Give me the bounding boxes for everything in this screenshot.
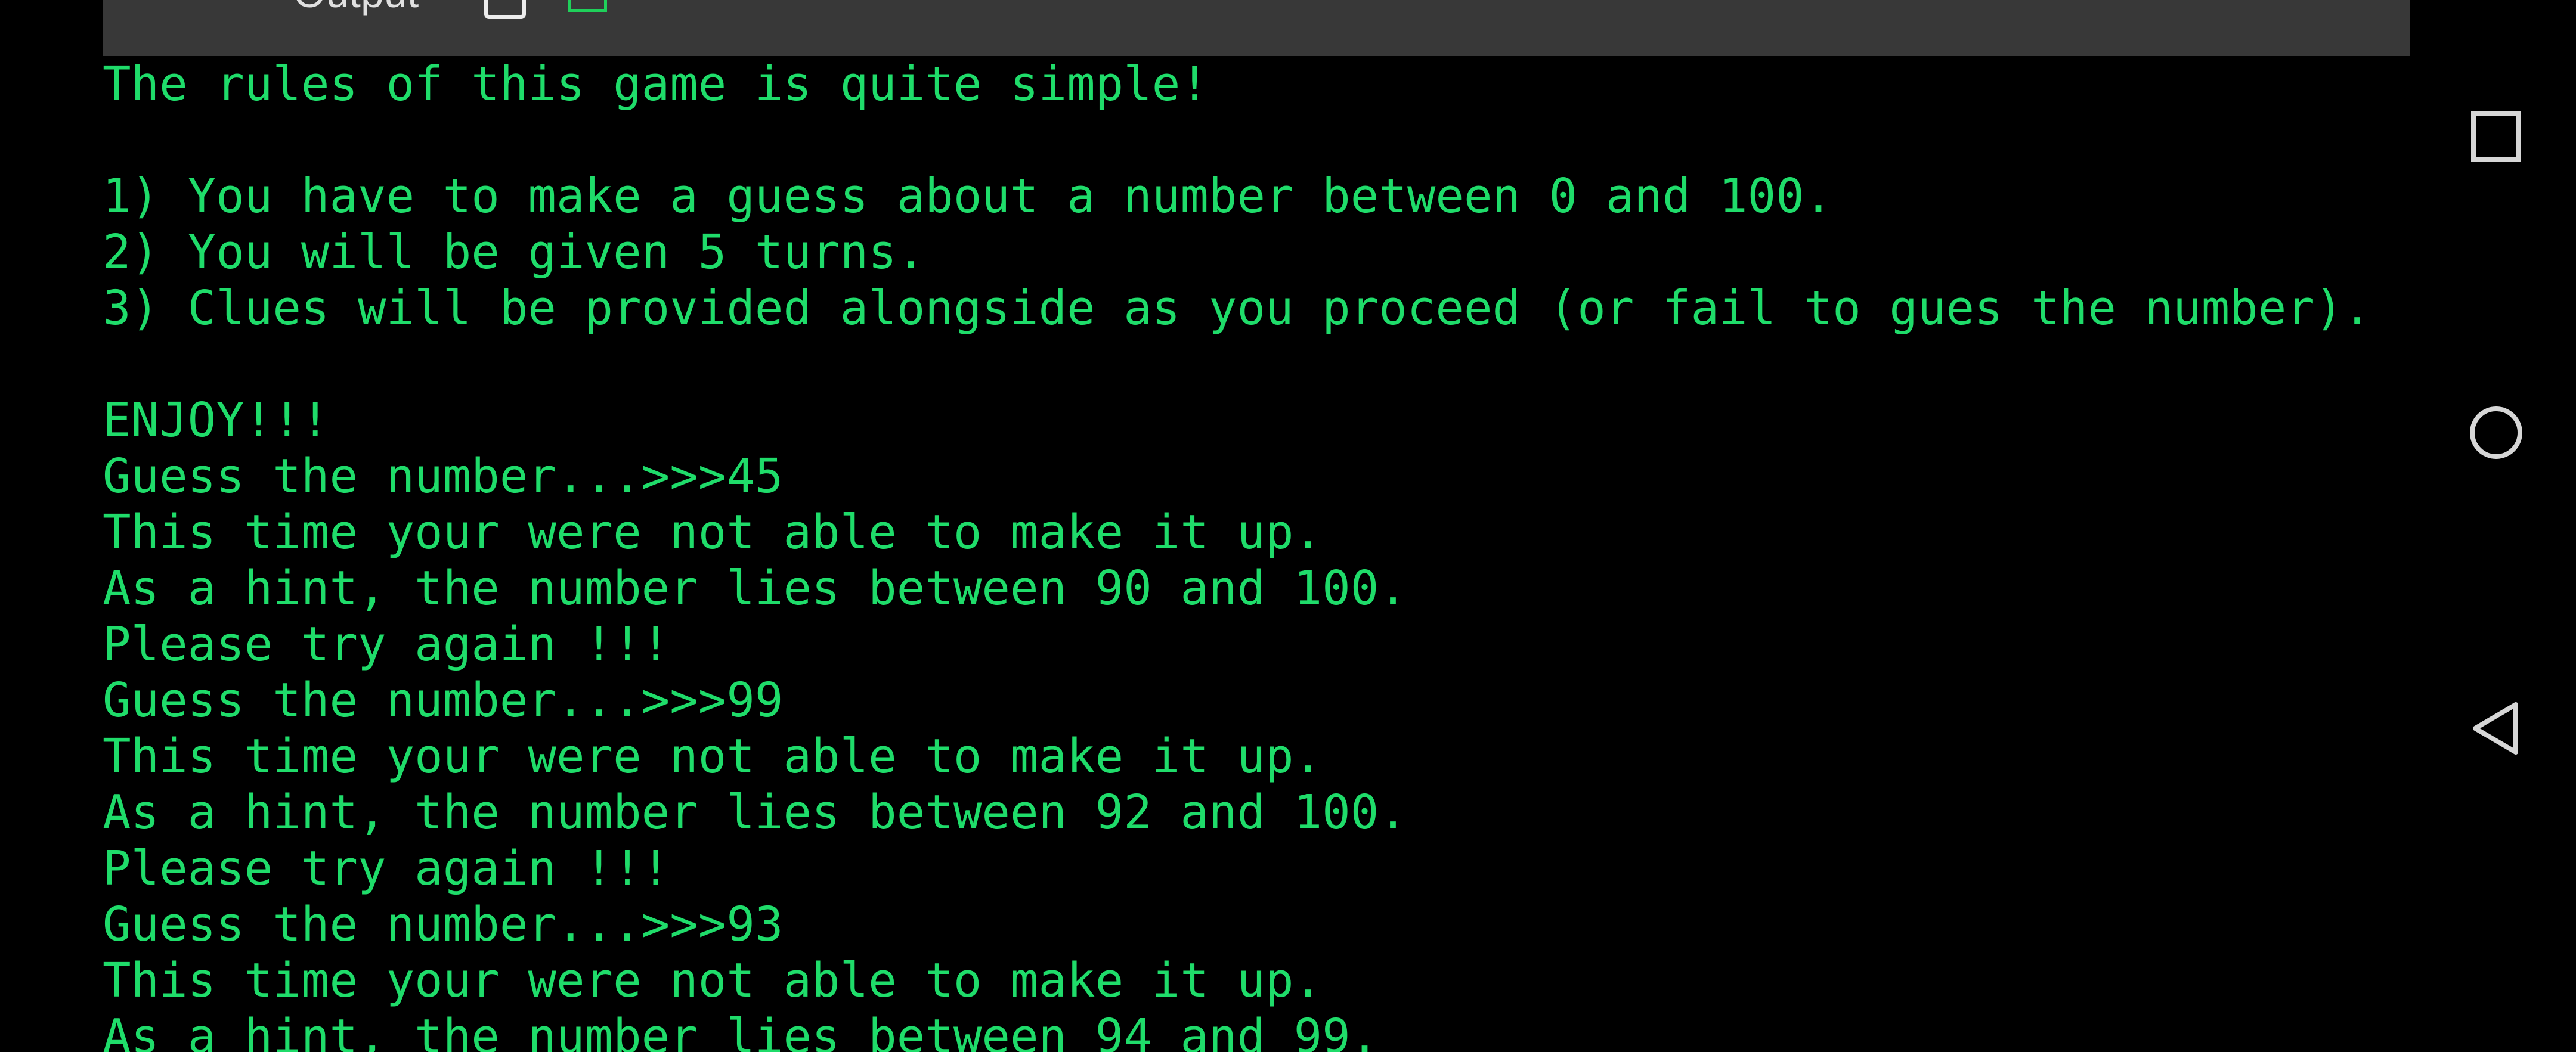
console-line: This time your were not able to make it … xyxy=(103,505,1323,560)
home-button[interactable] xyxy=(2448,385,2544,480)
console-line: As a hint, the number lies between 92 an… xyxy=(103,785,1407,840)
console-line: ENJOY!!! xyxy=(103,393,330,448)
output-header-bar: Output xyxy=(103,0,2410,56)
console-line: 3) Clues will be provided alongside as y… xyxy=(103,281,2371,336)
console-line: Guess the number...>>>45 xyxy=(103,449,784,504)
console-line: The rules of this game is quite simple! xyxy=(103,57,1209,111)
run-icon[interactable] xyxy=(568,0,607,12)
circle-home-icon xyxy=(2470,406,2522,459)
console-output[interactable]: The rules of this game is quite simple! … xyxy=(103,56,2416,1052)
recents-button[interactable] xyxy=(2448,89,2544,184)
app-screen: Output The rules of this game is quite s… xyxy=(0,0,2576,1052)
console-line: 1) You have to make a guess about a numb… xyxy=(103,169,1833,224)
console-line: This time your were not able to make it … xyxy=(103,953,1323,1008)
output-title: Output xyxy=(293,0,419,17)
square-recents-icon xyxy=(2471,111,2521,162)
console-line: Please try again !!! xyxy=(103,841,670,896)
console-line: This time your were not able to make it … xyxy=(103,729,1323,784)
console-line: Please try again !!! xyxy=(103,617,670,672)
console-line: 2) You will be given 5 turns. xyxy=(103,225,925,280)
console-line: Guess the number...>>>99 xyxy=(103,673,784,728)
console-line: As a hint, the number lies between 90 an… xyxy=(103,561,1407,616)
copy-icon[interactable] xyxy=(484,0,526,19)
back-button[interactable] xyxy=(2448,681,2544,776)
system-navigation-bar xyxy=(2416,0,2576,1052)
console-line: As a hint, the number lies between 94 an… xyxy=(103,1009,1379,1052)
console-line: Guess the number...>>>93 xyxy=(103,897,784,952)
triangle-back-icon xyxy=(2473,702,2518,755)
